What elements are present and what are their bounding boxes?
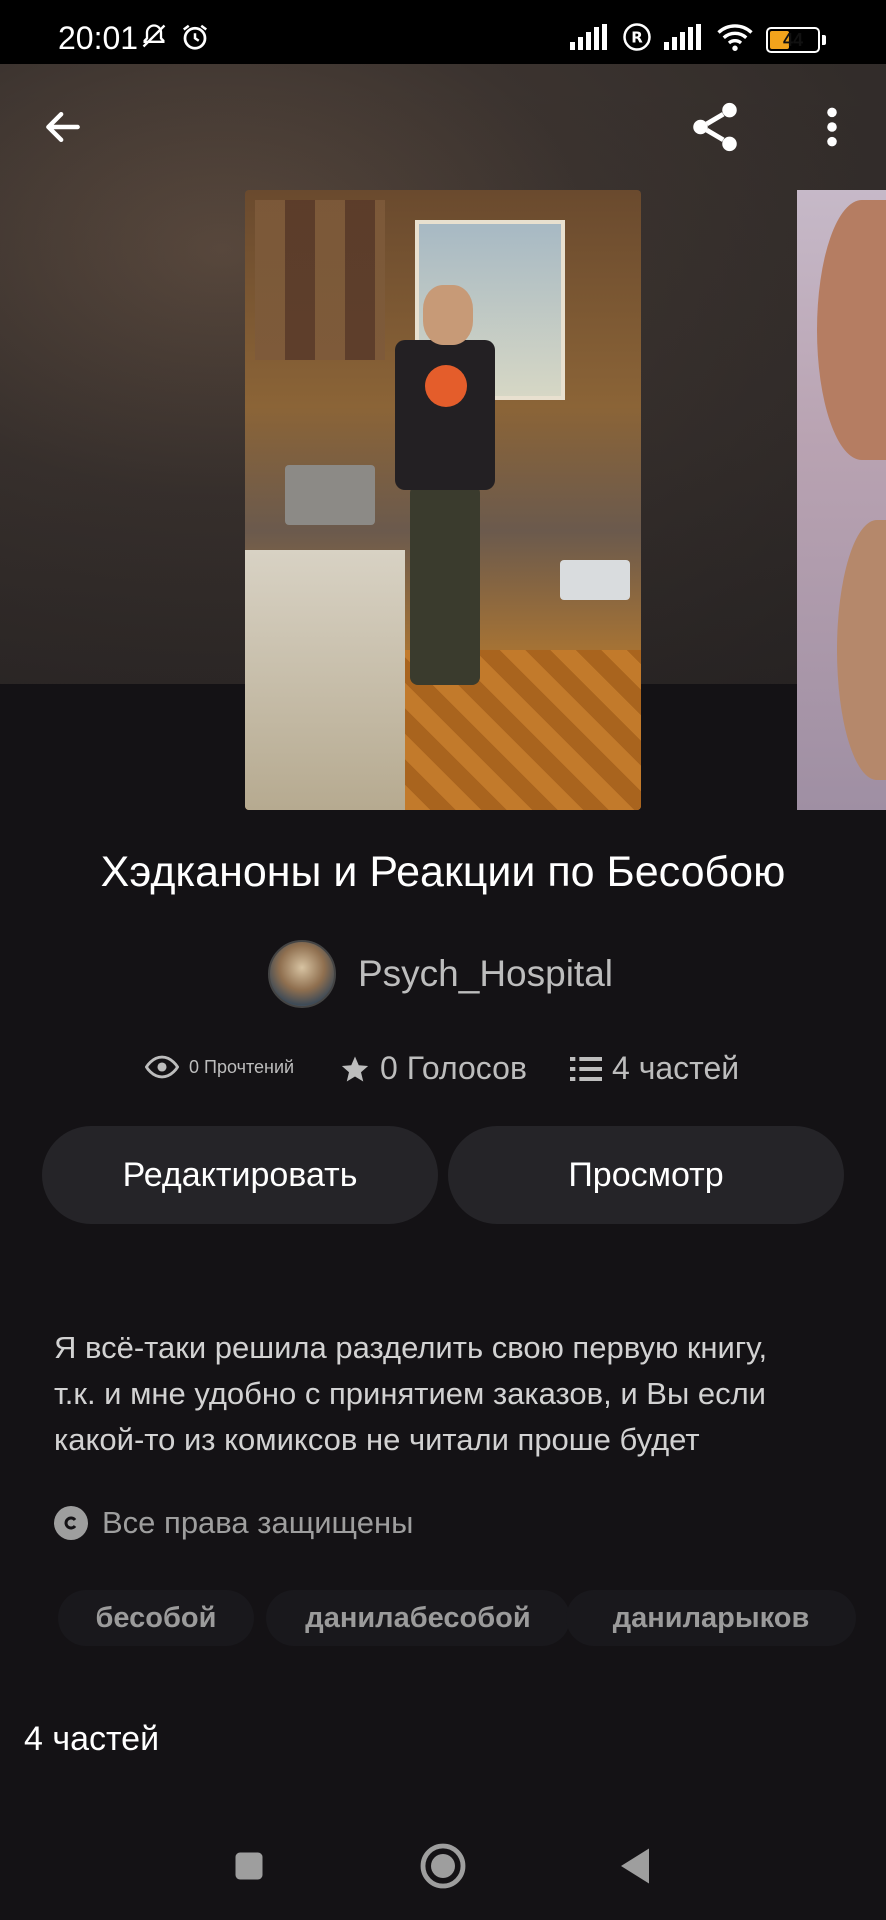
alarm-icon	[180, 22, 210, 57]
story-stats: 0 Прочтений 0 Голосов 4 частей	[0, 1050, 886, 1090]
description-line: какой-то из комиксов не читали проше буд…	[54, 1422, 700, 1457]
description-line: Я всё-таки решила разделить свою первую …	[54, 1330, 768, 1365]
star-icon	[341, 1056, 369, 1081]
back-triangle-icon	[621, 1848, 649, 1884]
status-left-icons	[140, 22, 210, 57]
tag-chip[interactable]: бесобой	[58, 1590, 254, 1646]
wifi-icon	[716, 22, 754, 57]
svg-text:R: R	[631, 29, 643, 47]
battery-level: 44	[782, 29, 804, 50]
home-button[interactable]	[413, 1836, 473, 1896]
status-time: 20:01	[58, 20, 139, 56]
home-circle-icon	[420, 1843, 466, 1889]
copyright-icon	[54, 1506, 88, 1540]
system-back-button[interactable]	[605, 1836, 665, 1896]
story-description[interactable]: Я всё-таки решила разделить свою первую …	[54, 1325, 834, 1463]
status-right-icons: R 44	[570, 22, 826, 57]
edit-button[interactable]: Редактировать	[42, 1126, 438, 1224]
more-vertical-icon	[827, 107, 837, 147]
preview-button[interactable]: Просмотр	[448, 1126, 844, 1224]
status-bar: 20:01 R 44	[0, 0, 886, 64]
reads-stat: 0 Прочтений	[145, 1054, 294, 1080]
avatar	[268, 940, 336, 1008]
votes-count: 0 Голосов	[380, 1050, 527, 1086]
back-button[interactable]	[28, 92, 98, 162]
reads-count: 0 Прочтений	[189, 1056, 295, 1077]
arrow-left-icon	[46, 111, 80, 143]
author-link[interactable]: Psych_Hospital	[268, 940, 613, 1008]
tag-chip[interactable]: даниларыков	[566, 1590, 856, 1646]
next-story-cover-image[interactable]	[797, 190, 886, 810]
tag-chip[interactable]: данилабесобой	[266, 1590, 570, 1646]
parts-heading: 4 частей	[24, 1720, 160, 1758]
copyright-notice: Все права защищены	[54, 1505, 413, 1541]
recents-square-icon	[235, 1852, 263, 1880]
story-cover-image[interactable]	[245, 190, 641, 810]
battery-icon: 44	[766, 26, 820, 53]
signal-icon	[570, 24, 610, 55]
recents-button[interactable]	[219, 1836, 279, 1896]
share-icon	[693, 102, 737, 152]
parts-stat: 4 частей	[570, 1050, 739, 1087]
battery-tip	[822, 34, 826, 45]
bell-off-icon	[140, 22, 168, 57]
signal-icon	[664, 24, 704, 55]
votes-stat: 0 Голосов	[340, 1050, 527, 1087]
copyright-text: Все права защищены	[102, 1505, 414, 1540]
description-line: т.к. и мне удобно с принятием заказов, и…	[54, 1376, 766, 1411]
roaming-icon: R	[622, 22, 652, 57]
story-title: Хэдканоны и Реакции по Бесобою	[100, 848, 786, 896]
share-button[interactable]	[680, 92, 750, 162]
system-nav-bar	[0, 1800, 886, 1920]
parts-count: 4 частей	[612, 1050, 740, 1086]
list-icon	[570, 1056, 602, 1081]
author-name: Psych_Hospital	[358, 953, 614, 994]
more-options-button[interactable]	[797, 92, 867, 162]
eye-icon	[145, 1055, 179, 1079]
